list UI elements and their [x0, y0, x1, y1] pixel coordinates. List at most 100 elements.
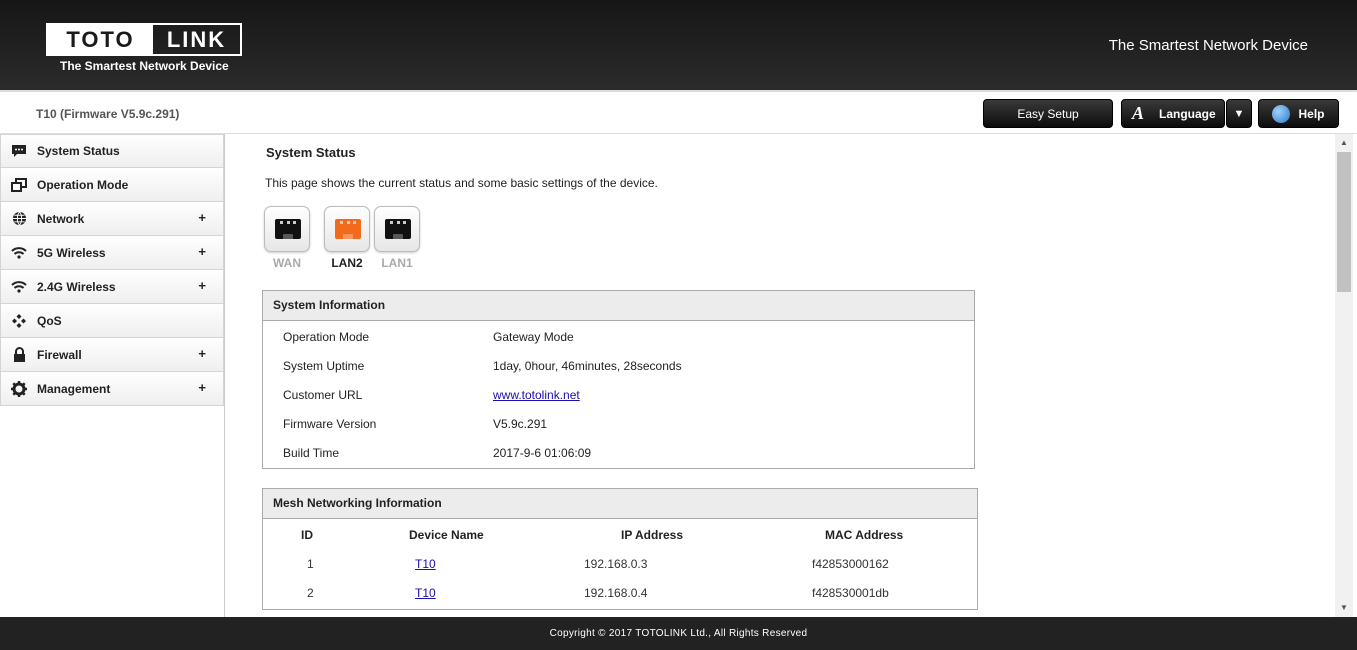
logo-right-text: LINK — [166, 27, 227, 52]
info-value: V5.9c.291 — [493, 417, 548, 431]
footer-bar: Copyright © 2017 TOTOLINK Ltd., All Righ… — [0, 617, 1357, 650]
info-row-system-uptime: System Uptime 1day, 0hour, 46minutes, 28… — [263, 351, 974, 380]
expand-icon: + — [198, 346, 206, 361]
info-label: Operation Mode — [283, 330, 370, 344]
column-header-id: ID — [301, 528, 313, 542]
column-header-device-name: Device Name — [409, 528, 484, 542]
info-label: Build Time — [283, 446, 340, 460]
sidebar-item-firewall[interactable]: Firewall + — [0, 338, 224, 372]
chat-icon — [11, 143, 27, 159]
help-globe-icon — [1272, 104, 1291, 123]
info-label: System Uptime — [283, 359, 365, 373]
info-value: 1day, 0hour, 46minutes, 28seconds — [493, 359, 682, 373]
sidebar-item-5g-wireless[interactable]: 5G Wireless + — [0, 236, 224, 270]
cell-ip-address: 192.168.0.3 — [584, 557, 648, 571]
sidebar-item-network[interactable]: Network + — [0, 202, 224, 236]
port-label-wan: WAN — [273, 256, 301, 270]
info-row-firmware-version: Firmware Version V5.9c.291 — [263, 409, 974, 438]
gear-icon — [11, 380, 27, 397]
info-value: 2017-9-6 01:06:09 — [493, 446, 592, 460]
ethernet-port-icon — [275, 219, 301, 239]
language-dropdown-button[interactable]: ▼ — [1226, 99, 1252, 128]
sub-header-bar: T10 (Firmware V5.9c.291) Easy Setup A La… — [0, 90, 1357, 134]
customer-url-link[interactable]: www.totolink.net — [493, 388, 580, 402]
mesh-networking-panel: Mesh Networking Information ID Device Na… — [262, 488, 978, 610]
system-information-heading: System Information — [263, 291, 974, 321]
info-label: Firmware Version — [283, 417, 377, 431]
ethernet-port-icon — [385, 219, 411, 239]
system-information-panel: System Information Operation Mode Gatewa… — [262, 290, 975, 469]
port-label-lan1: LAN1 — [381, 256, 413, 270]
info-row-customer-url: Customer URL www.totolink.net — [263, 380, 974, 409]
info-row-operation-mode: Operation Mode Gateway Mode — [263, 322, 974, 351]
page-description: This page shows the current status and s… — [265, 176, 658, 190]
sidebar-item-label: Operation Mode — [37, 177, 129, 192]
info-label: Customer URL — [283, 388, 363, 402]
lan1-port-icon — [374, 206, 420, 252]
mesh-networking-heading: Mesh Networking Information — [263, 489, 977, 519]
expand-icon: + — [198, 380, 206, 395]
wan-port-icon — [264, 206, 310, 252]
sidebar-item-qos[interactable]: QoS — [0, 304, 224, 338]
sidebar-item-label: Network — [37, 211, 85, 226]
sidebar-item-management[interactable]: Management + — [0, 372, 224, 406]
scrollbar-thumb[interactable] — [1337, 152, 1351, 292]
cell-ip-address: 192.168.0.4 — [584, 586, 648, 600]
logo-tagline: The Smartest Network Device — [60, 59, 229, 73]
sidebar-item-system-status[interactable]: System Status — [0, 134, 224, 168]
vertical-scrollbar[interactable]: ▲ ▼ — [1335, 134, 1353, 617]
info-row-build-time: Build Time 2017-9-6 01:06:09 — [263, 438, 974, 467]
info-value: www.totolink.net — [493, 388, 580, 402]
scroll-up-icon[interactable]: ▲ — [1335, 136, 1353, 150]
sidebar-item-label: 5G Wireless — [37, 245, 106, 260]
wifi-icon — [11, 279, 27, 295]
wifi-icon — [11, 245, 27, 261]
cell-id: 1 — [307, 557, 314, 571]
easy-setup-button[interactable]: Easy Setup — [983, 99, 1113, 128]
info-value: Gateway Mode — [493, 330, 574, 344]
sidebar-item-label: QoS — [37, 313, 62, 328]
diamond-icon — [11, 313, 27, 329]
help-label: Help — [1298, 106, 1325, 121]
scroll-down-icon[interactable]: ▼ — [1335, 601, 1353, 615]
expand-icon: + — [198, 278, 206, 293]
header-tagline: The Smartest Network Device — [1108, 37, 1308, 54]
sidebar-menu: System Status Operation Mode Network + 5… — [0, 134, 225, 617]
language-button[interactable]: A Language — [1121, 99, 1225, 128]
port-label-lan2: LAN2 — [331, 256, 363, 270]
help-button[interactable]: Help — [1258, 99, 1339, 128]
cell-device-name: T10 — [415, 586, 436, 600]
lock-icon — [11, 346, 27, 363]
ethernet-port-icon — [335, 219, 361, 239]
logo-left-text: TOTO — [48, 25, 153, 54]
device-name-link[interactable]: T10 — [415, 557, 436, 571]
device-name-link[interactable]: T10 — [415, 586, 436, 600]
sidebar-item-operation-mode[interactable]: Operation Mode — [0, 168, 224, 202]
cell-device-name: T10 — [415, 557, 436, 571]
column-header-mac-address: MAC Address — [825, 528, 904, 542]
chevron-down-icon: ▼ — [1233, 107, 1245, 120]
cell-mac-address: f42853000162 — [812, 557, 889, 571]
main-content: System Status This page shows the curren… — [226, 134, 1335, 617]
column-header-ip-address: IP Address — [621, 528, 684, 542]
sidebar-item-label: 2.4G Wireless — [37, 279, 116, 294]
sidebar-item-label: System Status — [37, 144, 120, 158]
sidebar-item-24g-wireless[interactable]: 2.4G Wireless + — [0, 270, 224, 304]
language-label: Language — [1159, 106, 1216, 121]
sidebar-item-label: Management — [37, 381, 111, 396]
totolink-logo[interactable]: TOTO LINK The Smartest Network Device — [46, 23, 242, 73]
page-title: System Status — [266, 145, 356, 160]
cell-id: 2 — [307, 586, 314, 600]
windows-icon — [11, 177, 27, 193]
globe-icon — [11, 211, 27, 227]
device-firmware-title: T10 (Firmware V5.9c.291) — [36, 107, 180, 121]
header-bar: TOTO LINK The Smartest Network Device Th… — [0, 0, 1357, 90]
sidebar-item-label: Firewall — [37, 347, 82, 362]
expand-icon: + — [198, 244, 206, 259]
copyright-text: Copyright © 2017 TOTOLINK Ltd., All Righ… — [549, 628, 808, 639]
cell-mac-address: f428530001db — [812, 586, 889, 600]
expand-icon: + — [198, 210, 206, 225]
language-icon: A — [1132, 103, 1145, 123]
lan2-port-icon — [324, 206, 370, 252]
logo-box: TOTO LINK — [46, 23, 242, 56]
